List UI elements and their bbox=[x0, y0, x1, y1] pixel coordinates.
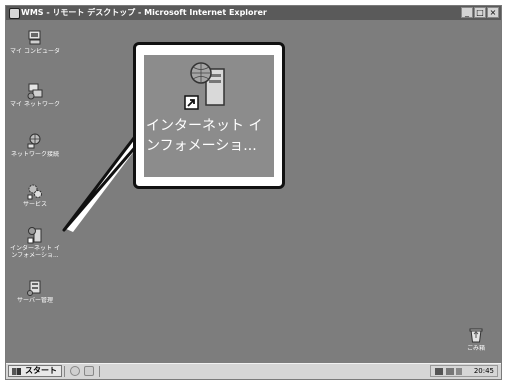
clock: 20:45 bbox=[473, 367, 494, 375]
desktop-icon-iis[interactable]: インターネット イ ンフォメーショ... bbox=[9, 226, 61, 259]
taskbar-separator bbox=[64, 366, 65, 377]
desktop-icon-network-connections[interactable]: ネットワーク接続 bbox=[9, 132, 61, 158]
desktop-icon-label: サービス bbox=[22, 201, 47, 208]
desktop-icon-server-manage[interactable]: サーバー管理 bbox=[9, 278, 61, 304]
desktop-icon-label-line2: ンフォメーショ... bbox=[11, 252, 59, 259]
volume-tray-icon[interactable] bbox=[456, 368, 462, 375]
title-bar[interactable]: WMS - リモート デスクトップ - Microsoft Internet E… bbox=[6, 6, 501, 20]
computer-icon bbox=[28, 30, 41, 45]
callout-label-line2: ンフォメーショ... bbox=[146, 138, 257, 154]
system-tray: 20:45 bbox=[430, 365, 498, 377]
windows-logo-icon bbox=[12, 368, 21, 375]
close-button[interactable]: × bbox=[487, 7, 499, 18]
network-places-icon bbox=[27, 83, 43, 100]
start-button[interactable]: スタート bbox=[8, 365, 62, 377]
callout-label-line1: インターネット イ bbox=[146, 118, 263, 134]
taskbar-separator bbox=[99, 366, 100, 377]
iis-large-icon bbox=[184, 62, 225, 110]
quicklaunch-ie-icon[interactable] bbox=[70, 366, 80, 376]
desktop-icon-label-line1: インターネット イ bbox=[10, 245, 60, 252]
iis-icon bbox=[27, 227, 42, 244]
desktop-icon-label: ごみ箱 bbox=[466, 345, 485, 352]
recycle-bin-icon bbox=[469, 328, 483, 343]
desktop-icon-label: マイ ネットワーク bbox=[10, 101, 60, 108]
start-label: スタート bbox=[25, 366, 57, 375]
quicklaunch-explorer-icon[interactable] bbox=[84, 366, 94, 376]
desktop-icon-label: サーバー管理 bbox=[17, 297, 53, 304]
minimize-button[interactable]: _ bbox=[461, 7, 473, 18]
callout-zoomed-icon: インターネット イ ンフォメーショ... bbox=[144, 55, 274, 177]
zoom-callout: インターネット イ ンフォメーショ... bbox=[133, 42, 285, 189]
desktop-icon-label: マイ コンピュータ bbox=[10, 48, 60, 55]
taskbar: スタート 20:45 bbox=[6, 363, 501, 379]
network-tray-icon[interactable] bbox=[446, 368, 454, 375]
window-controls: _ □ × bbox=[460, 7, 499, 19]
callout-label: インターネット イ ンフォメーショ... bbox=[144, 116, 274, 156]
desktop-icon-my-network[interactable]: マイ ネットワーク bbox=[9, 82, 61, 108]
window-title: WMS - リモート デスクトップ - Microsoft Internet E… bbox=[21, 8, 267, 17]
server-manage-icon bbox=[27, 280, 41, 296]
desktop-icon-services[interactable]: サービス bbox=[9, 182, 61, 208]
internet-explorer-icon bbox=[9, 8, 20, 19]
services-icon bbox=[27, 184, 42, 200]
maximize-button[interactable]: □ bbox=[474, 7, 486, 18]
network-connections-icon bbox=[27, 133, 41, 149]
desktop-icon-label: ネットワーク接続 bbox=[10, 151, 59, 158]
desktop-icon-recycle-bin[interactable]: ごみ箱 bbox=[450, 326, 501, 352]
desktop-icon-my-computer[interactable]: マイ コンピュータ bbox=[9, 29, 61, 55]
input-method-icon[interactable] bbox=[435, 368, 443, 375]
